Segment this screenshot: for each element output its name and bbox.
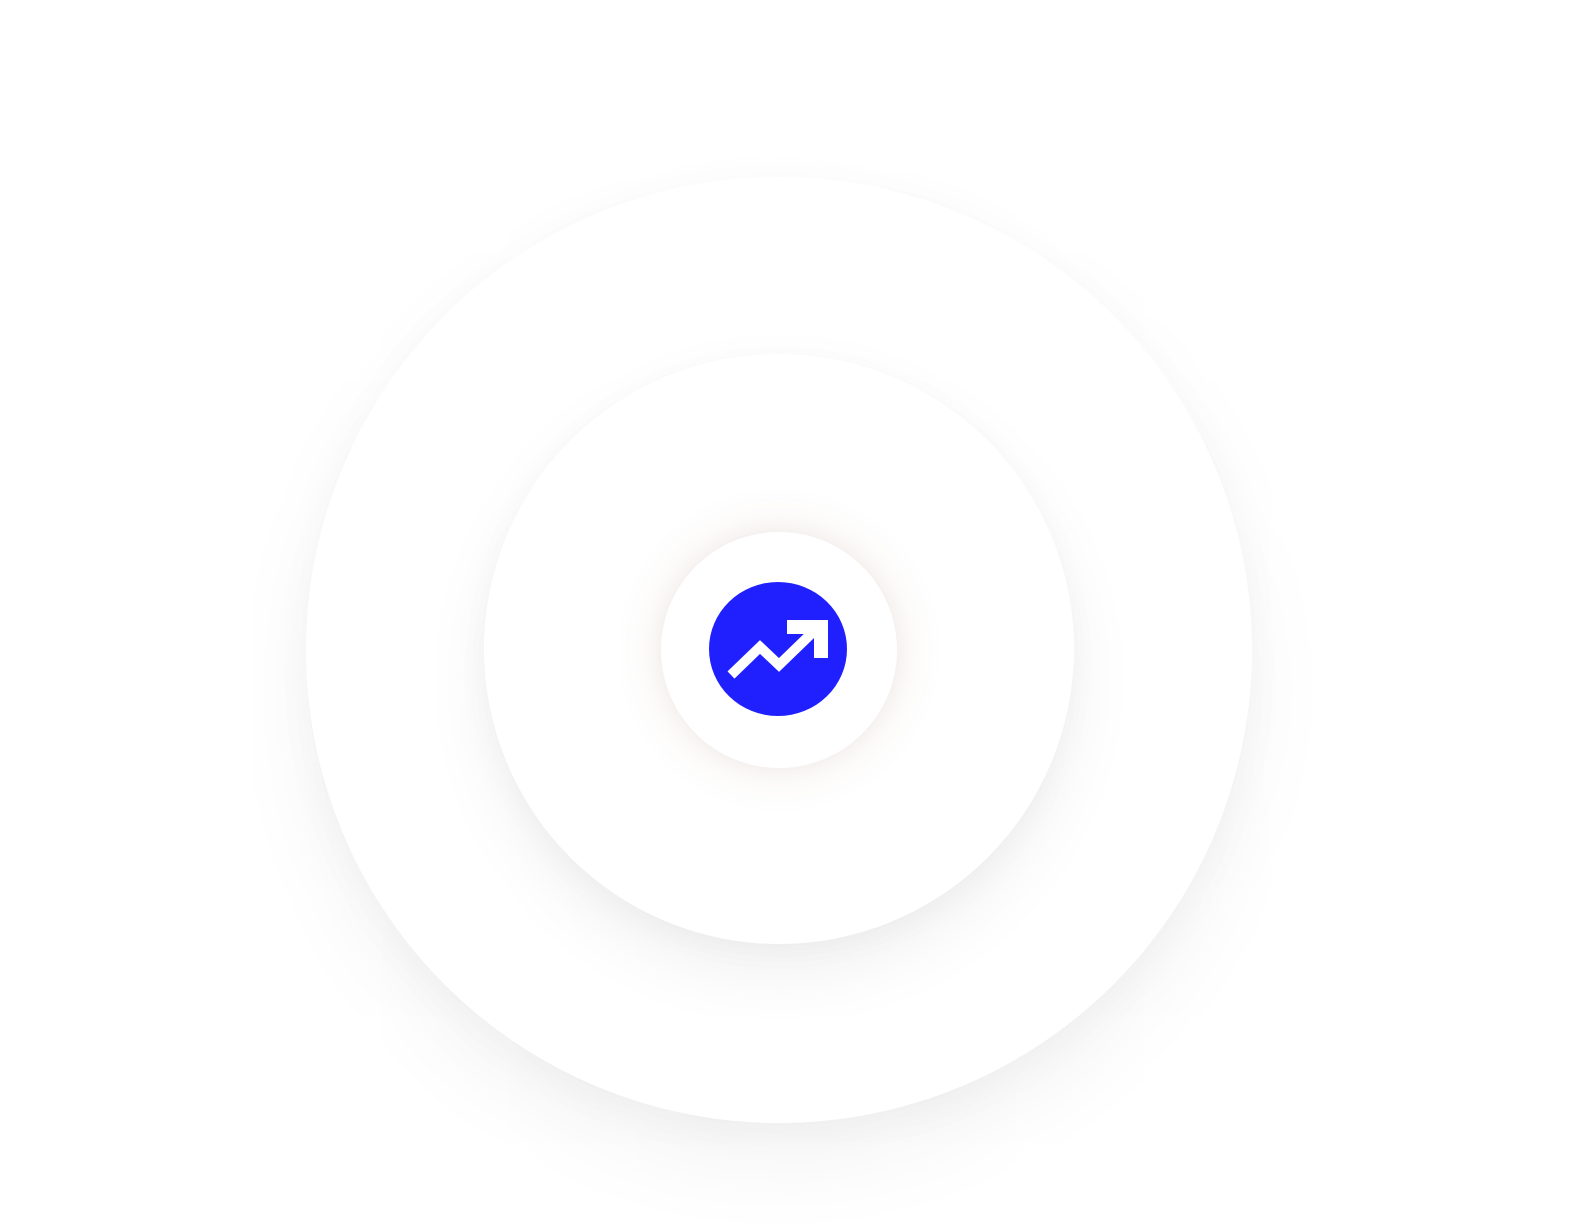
- trending-up-icon: [727, 620, 828, 679]
- accent-badge: [709, 582, 847, 716]
- radial-rings-graphic: [0, 0, 1592, 1228]
